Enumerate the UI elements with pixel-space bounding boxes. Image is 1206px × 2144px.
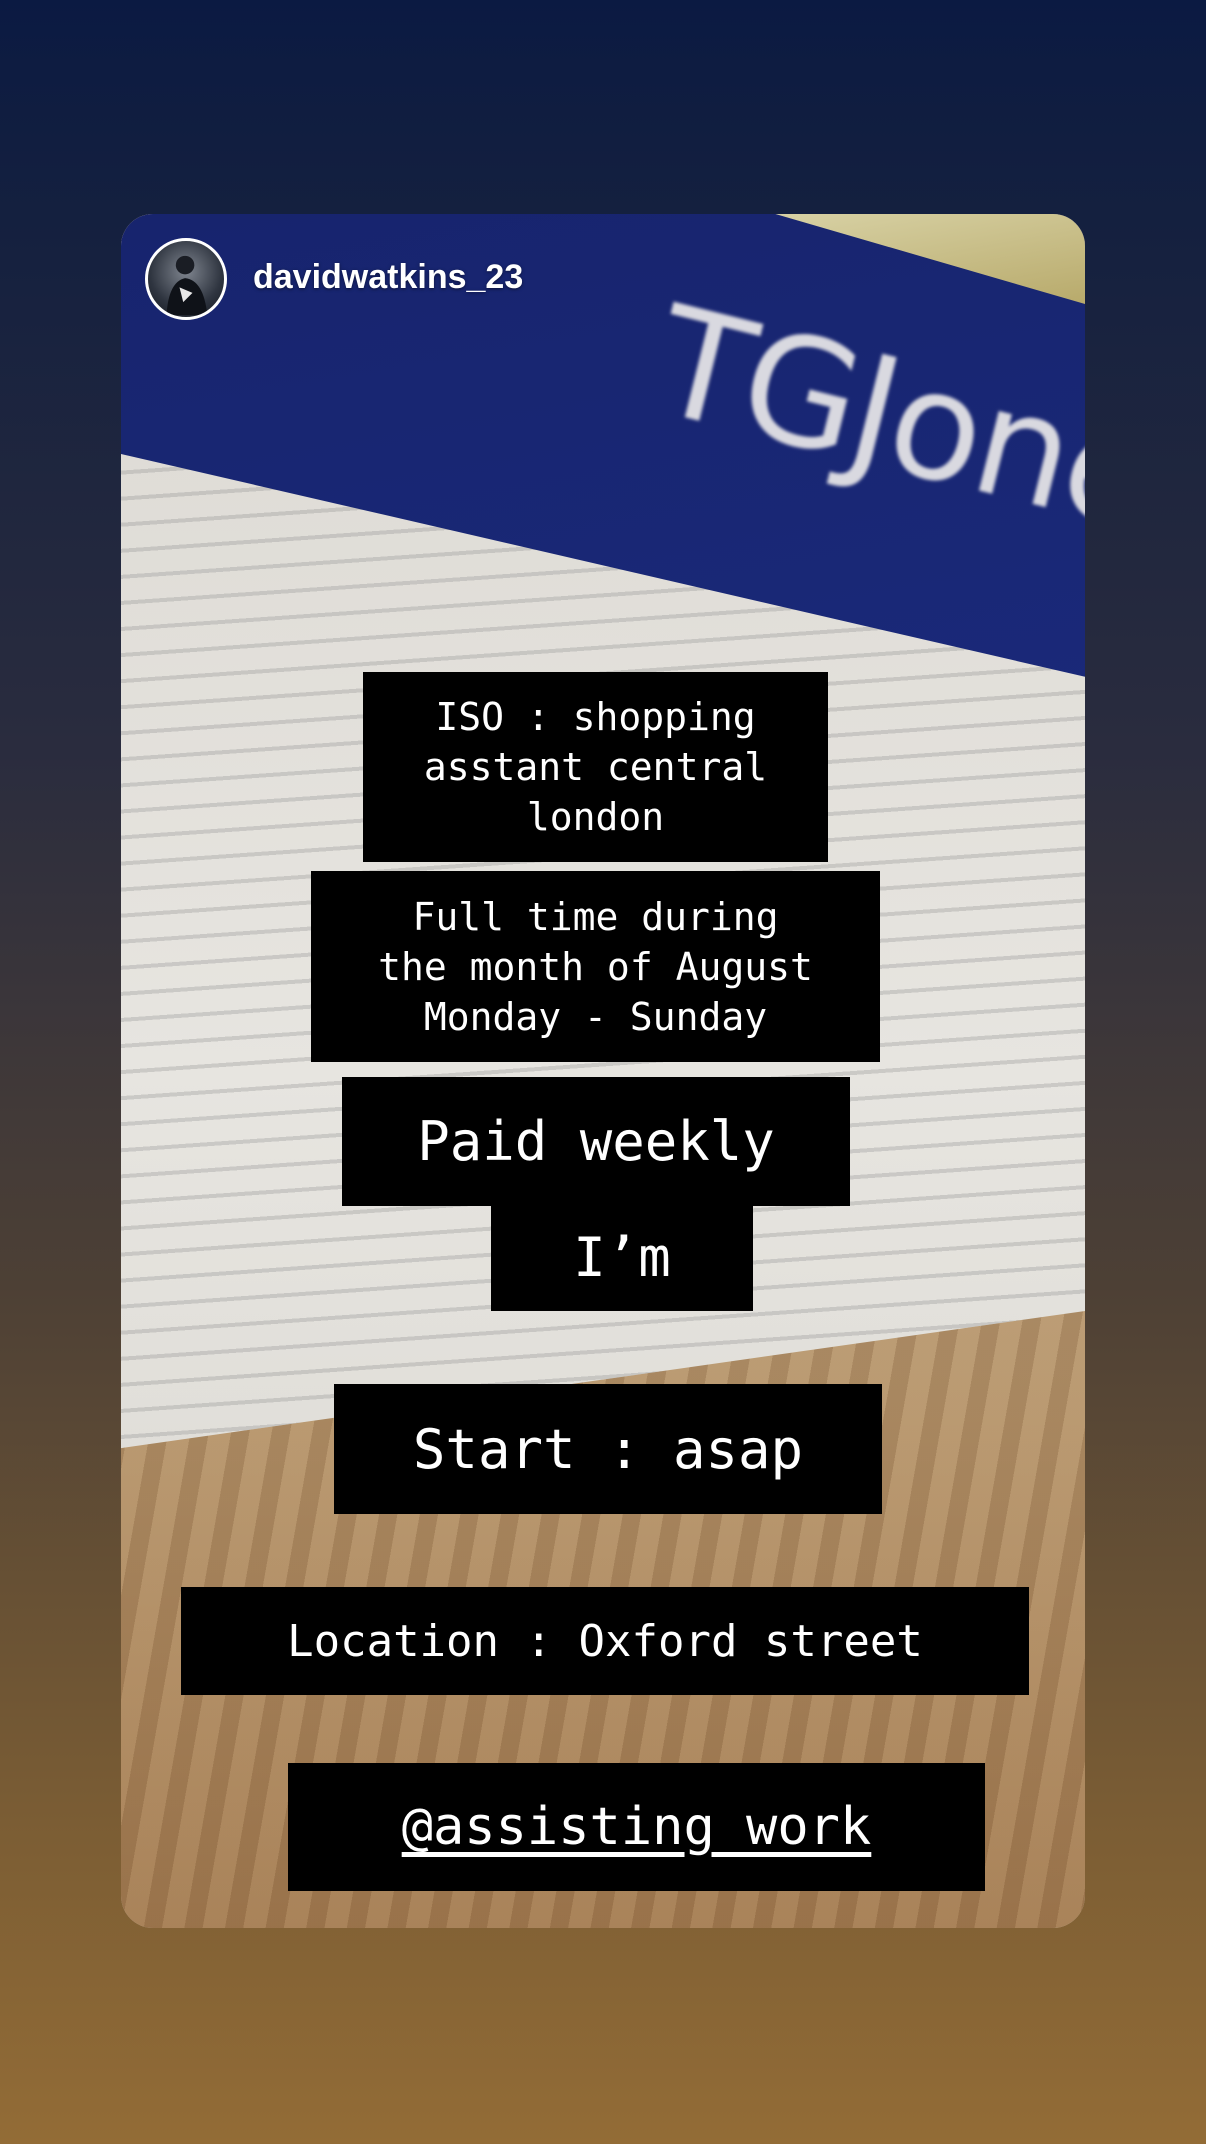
avatar-image — [166, 255, 208, 316]
schedule-sticker: Full time during the month of August Mon… — [311, 871, 880, 1062]
story-card: TGJone davidwatkins_23 ISO : shopping as… — [121, 214, 1085, 1928]
start-sticker: Start : asap — [334, 1384, 882, 1514]
pay-sticker: Paid weekly — [342, 1077, 850, 1206]
im-sticker: I’m — [491, 1204, 753, 1311]
location-sticker: Location : Oxford street — [181, 1587, 1029, 1695]
mention-sticker[interactable]: @assisting_work — [288, 1763, 985, 1891]
avatar[interactable] — [145, 238, 227, 320]
role-sticker: ISO : shopping asstant central london — [363, 672, 828, 862]
username[interactable]: davidwatkins_23 — [253, 258, 523, 297]
